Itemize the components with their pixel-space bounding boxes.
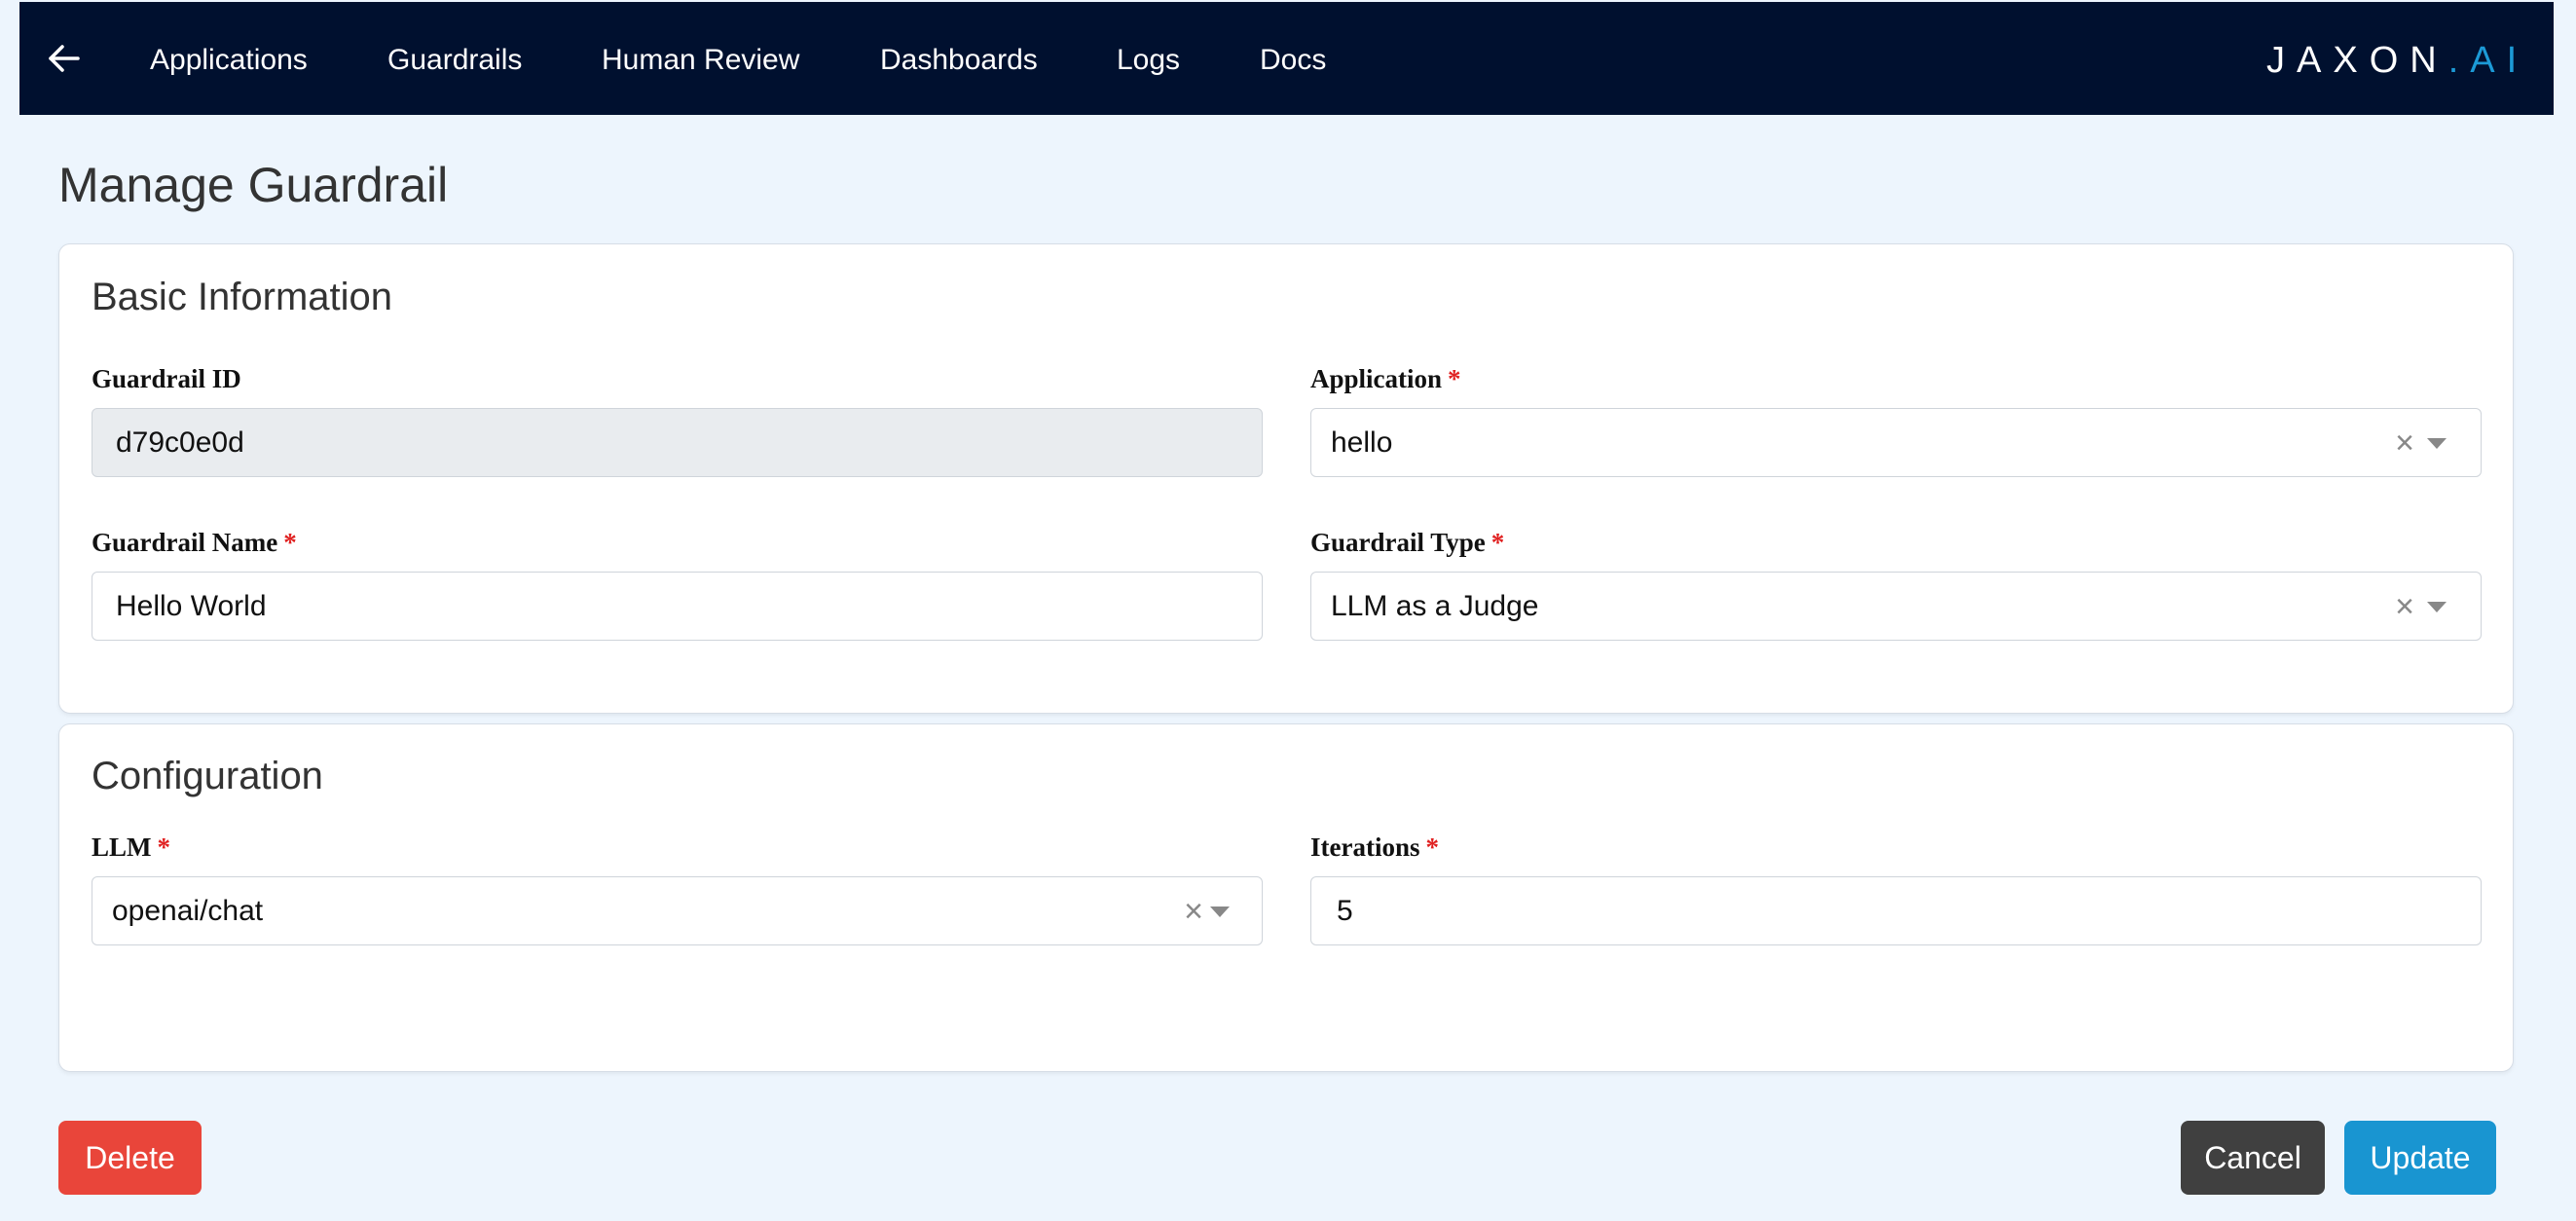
logo-text-main: JAXON [2266,40,2448,81]
llm-label-text: LLM [92,832,152,862]
iterations-label-text: Iterations [1310,832,1420,862]
nav-item-applications[interactable]: Applications [150,41,308,80]
guardrail-id-label: Guardrail ID [92,362,241,395]
required-asterisk: * [1425,832,1439,862]
chevron-down-icon[interactable] [2427,438,2447,449]
required-asterisk: * [1448,364,1461,393]
guardrail-type-select-value: LLM as a Judge [1331,590,1539,622]
guardrail-id-field: d79c0e0d [92,408,1263,477]
logo-text-ai: AI [2470,40,2529,81]
required-asterisk: * [1490,528,1505,557]
llm-label: LLM * [92,831,170,864]
iterations-value: 5 [1337,895,1353,927]
cancel-button[interactable]: Cancel [2181,1121,2325,1195]
nav-item-guardrails[interactable]: Guardrails [387,41,522,80]
basic-information-card: Basic Information Guardrail ID d79c0e0d … [58,243,2514,714]
guardrail-type-select[interactable]: LLM as a Judge × [1310,572,2482,641]
llm-select-value: openai/chat [112,895,264,927]
nav-item-dashboards[interactable]: Dashboards [880,41,1038,80]
jaxon-ai-logo[interactable]: JAXON.AI [2266,37,2528,84]
chevron-down-icon[interactable] [2427,602,2447,612]
llm-select[interactable]: openai/chat × [92,876,1263,945]
clear-icon[interactable]: × [1179,895,1208,928]
required-asterisk: * [157,832,171,862]
guardrail-type-label: Guardrail Type * [1310,526,1504,559]
update-button[interactable]: Update [2344,1121,2496,1195]
top-navbar: Applications Guardrails Human Review Das… [19,2,2554,115]
application-label: Application * [1310,362,1461,395]
arrow-left-icon[interactable] [45,39,84,78]
guardrail-name-label-text: Guardrail Name [92,528,278,557]
iterations-label: Iterations * [1310,831,1439,864]
configuration-title: Configuration [92,755,323,797]
application-select[interactable]: hello × [1310,408,2482,477]
application-select-value: hello [1331,426,1393,459]
nav-item-logs[interactable]: Logs [1117,41,1180,80]
guardrail-id-value: d79c0e0d [116,426,244,459]
logo-text-dot: . [2447,40,2471,81]
application-label-text: Application [1310,364,1443,393]
clear-icon[interactable]: × [2390,590,2419,623]
guardrail-name-value: Hello World [116,590,267,622]
guardrail-name-label: Guardrail Name * [92,526,297,559]
chevron-down-icon[interactable] [1210,906,1230,917]
guardrail-type-label-text: Guardrail Type [1310,528,1486,557]
nav-item-human-review[interactable]: Human Review [602,41,799,80]
required-asterisk: * [283,528,297,557]
page-title: Manage Guardrail [58,158,449,212]
nav-item-docs[interactable]: Docs [1260,41,1326,80]
configuration-card: Configuration LLM * openai/chat × Iterati… [58,723,2514,1072]
delete-button[interactable]: Delete [58,1121,202,1195]
guardrail-id-label-text: Guardrail ID [92,364,241,393]
iterations-input[interactable]: 5 [1310,876,2482,945]
guardrail-name-input[interactable]: Hello World [92,572,1263,641]
basic-information-title: Basic Information [92,276,393,318]
clear-icon[interactable]: × [2390,426,2419,460]
